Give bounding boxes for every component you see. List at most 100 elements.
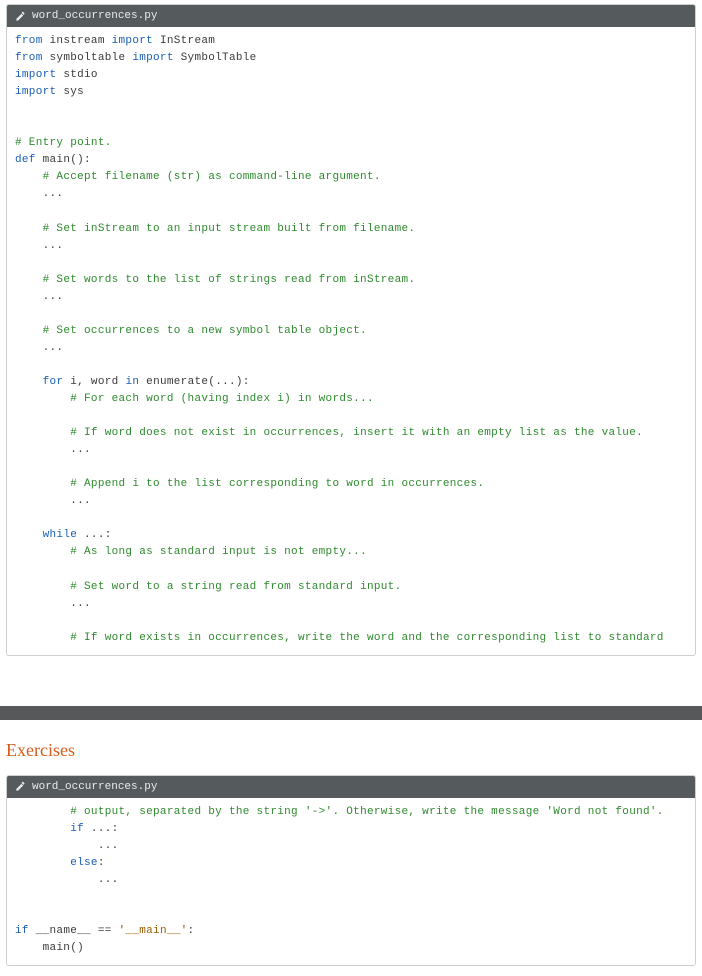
page-header-band xyxy=(0,706,702,720)
code-line: # Set word to a string read from standar… xyxy=(15,579,687,596)
code-line xyxy=(15,561,687,578)
code-token: import xyxy=(112,35,153,47)
code-token: instream xyxy=(43,35,112,47)
code-token xyxy=(15,376,43,388)
code-line xyxy=(15,101,687,118)
code-line: # If word exists in occurrences, write t… xyxy=(15,630,687,647)
code-line: from symboltable import SymbolTable xyxy=(15,50,687,67)
code-token: ... xyxy=(15,240,63,252)
code-line: # Accept filename (str) as command-line … xyxy=(15,169,687,186)
code-token: ...: xyxy=(84,823,119,835)
code-line: # If word does not exist in occurrences,… xyxy=(15,425,687,442)
code-token: from xyxy=(15,35,43,47)
code-line: main() xyxy=(15,940,687,957)
code-token: ... xyxy=(15,188,63,200)
code-line: ... xyxy=(15,493,687,510)
code-line: while ...: xyxy=(15,527,687,544)
code-line: # Set inStream to an input stream built … xyxy=(15,221,687,238)
code-token xyxy=(15,546,70,558)
code-box-1-filename: word_occurrences.py xyxy=(32,10,157,22)
edit-icon xyxy=(15,781,26,792)
code-token: ... xyxy=(15,598,91,610)
code-token: else xyxy=(70,857,98,869)
code-token: # Set word to a string read from standar… xyxy=(70,581,401,593)
section-heading-exercises: Exercises xyxy=(0,740,702,771)
code-line: for i, word in enumerate(...): xyxy=(15,374,687,391)
code-token: # Set inStream to an input stream built … xyxy=(43,223,416,235)
code-token: if xyxy=(70,823,84,835)
code-token: # Append i to the list corresponding to … xyxy=(70,478,484,490)
code-token: '__main__' xyxy=(119,925,188,937)
code-line: ... xyxy=(15,289,687,306)
code-line: ... xyxy=(15,340,687,357)
code-token: symboltable xyxy=(43,52,133,64)
code-line: ... xyxy=(15,596,687,613)
code-token: # Accept filename (str) as command-line … xyxy=(43,171,381,183)
code-token: import xyxy=(15,86,56,98)
code-line: ... xyxy=(15,186,687,203)
code-line: # As long as standard input is not empty… xyxy=(15,544,687,561)
code-line: # Append i to the list corresponding to … xyxy=(15,476,687,493)
code-line: else: xyxy=(15,855,687,872)
code-line xyxy=(15,613,687,630)
code-line xyxy=(15,357,687,374)
code-line: import sys xyxy=(15,84,687,101)
code-token: SymbolTable xyxy=(174,52,257,64)
code-token: def xyxy=(15,154,36,166)
code-token: # Set words to the list of strings read … xyxy=(43,274,416,286)
code-token: # If word exists in occurrences, write t… xyxy=(70,632,664,644)
code-line: import stdio xyxy=(15,67,687,84)
code-token xyxy=(15,223,43,235)
code-token xyxy=(15,823,70,835)
code-line xyxy=(15,906,687,923)
code-line xyxy=(15,408,687,425)
code-token: (...): xyxy=(208,376,249,388)
code-box-1-body: from instream import InStreamfrom symbol… xyxy=(7,27,695,655)
code-token: # Set occurrences to a new symbol table … xyxy=(43,325,367,337)
code-line: # output, separated by the string '->'. … xyxy=(15,804,687,821)
code-line xyxy=(15,459,687,476)
code-token: for xyxy=(43,376,64,388)
code-line: if ...: xyxy=(15,821,687,838)
code-token: __name__ == xyxy=(29,925,119,937)
code-token xyxy=(15,274,43,286)
code-line: def main(): xyxy=(15,152,687,169)
code-line xyxy=(15,510,687,527)
code-token: # If word does not exist in occurrences,… xyxy=(70,427,643,439)
code-box-1: word_occurrences.py from instream import… xyxy=(6,4,696,656)
code-token: ... xyxy=(15,874,119,886)
code-token: # Entry point. xyxy=(15,137,112,149)
code-token: sys xyxy=(56,86,84,98)
page-gap xyxy=(0,666,702,706)
code-token: while xyxy=(43,529,78,541)
code-box-2-filename: word_occurrences.py xyxy=(32,781,157,793)
code-line: ... xyxy=(15,238,687,255)
code-token: main(): xyxy=(36,154,91,166)
code-token: : xyxy=(98,857,105,869)
code-token: in xyxy=(125,376,139,388)
code-line xyxy=(15,255,687,272)
code-token: # As long as standard input is not empty… xyxy=(70,546,367,558)
code-token: enumerate xyxy=(146,376,208,388)
code-token: ... xyxy=(15,840,119,852)
code-token xyxy=(15,325,43,337)
code-token: # For each word (having index i) in word… xyxy=(70,393,374,405)
code-line: ... xyxy=(15,872,687,889)
code-token: import xyxy=(15,69,56,81)
code-token: i, word xyxy=(63,376,125,388)
code-token: ...: xyxy=(77,529,112,541)
code-token xyxy=(15,427,70,439)
code-token xyxy=(15,632,70,644)
code-box-1-titlebar: word_occurrences.py xyxy=(7,5,695,27)
code-line: # For each word (having index i) in word… xyxy=(15,391,687,408)
code-token: ... xyxy=(15,342,63,354)
code-box-2: word_occurrences.py # output, separated … xyxy=(6,775,696,966)
code-line: ... xyxy=(15,442,687,459)
code-token: if xyxy=(15,925,29,937)
code-token: ... xyxy=(15,291,63,303)
code-token: from xyxy=(15,52,43,64)
code-line: # Set occurrences to a new symbol table … xyxy=(15,323,687,340)
code-line xyxy=(15,118,687,135)
code-token: ... xyxy=(15,495,91,507)
code-token xyxy=(15,393,70,405)
